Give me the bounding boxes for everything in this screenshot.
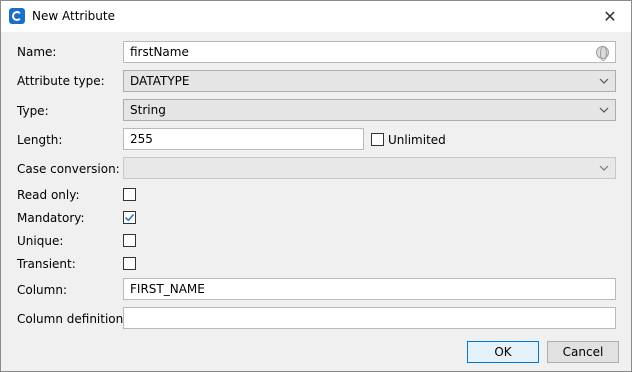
chevron-down-icon: [599, 78, 609, 84]
column-label: Column:: [17, 283, 67, 297]
unlimited-checkbox[interactable]: [371, 133, 384, 146]
chevron-down-icon: [599, 107, 609, 113]
chevron-down-icon: [599, 165, 609, 171]
length-label: Length:: [17, 133, 63, 147]
length-input[interactable]: 255: [123, 128, 364, 150]
name-label: Name:: [17, 45, 57, 59]
case-conversion-select[interactable]: [123, 157, 616, 179]
length-value: 255: [130, 132, 153, 146]
unique-checkbox[interactable]: [123, 234, 136, 247]
globe-icon[interactable]: [596, 46, 609, 61]
read-only-label: Read only:: [17, 188, 80, 202]
type-select[interactable]: String: [123, 99, 616, 121]
cancel-button[interactable]: Cancel: [547, 341, 619, 363]
close-icon[interactable]: ✕: [601, 7, 619, 26]
attribute-type-label: Attribute type:: [17, 74, 105, 88]
transient-checkbox[interactable]: [123, 257, 136, 270]
column-definition-label: Column definition:: [17, 312, 128, 326]
transient-label: Transient:: [17, 257, 76, 271]
app-logo-icon: [9, 8, 25, 24]
type-value: String: [130, 103, 166, 117]
name-value: firstName: [130, 45, 189, 59]
case-conversion-label: Case conversion:: [17, 162, 120, 176]
column-definition-input[interactable]: [123, 307, 616, 329]
type-label: Type:: [17, 104, 49, 118]
title-bar: New Attribute ✕: [1, 1, 631, 32]
mandatory-label: Mandatory:: [17, 211, 85, 225]
column-value: FIRST_NAME: [130, 282, 205, 296]
attribute-type-value: DATATYPE: [130, 74, 190, 88]
checkmark-icon: [124, 213, 135, 222]
unlimited-label: Unlimited: [388, 133, 446, 147]
unique-label: Unique:: [17, 234, 64, 248]
ok-button[interactable]: OK: [467, 341, 539, 363]
dialog-title: New Attribute: [32, 9, 115, 23]
attribute-type-select[interactable]: DATATYPE: [123, 70, 616, 92]
column-input[interactable]: FIRST_NAME: [123, 278, 616, 300]
new-attribute-dialog: New Attribute ✕ Name: firstName Attribut…: [0, 0, 632, 372]
mandatory-checkbox[interactable]: [123, 211, 136, 224]
name-input[interactable]: firstName: [123, 41, 616, 63]
read-only-checkbox[interactable]: [123, 188, 136, 201]
